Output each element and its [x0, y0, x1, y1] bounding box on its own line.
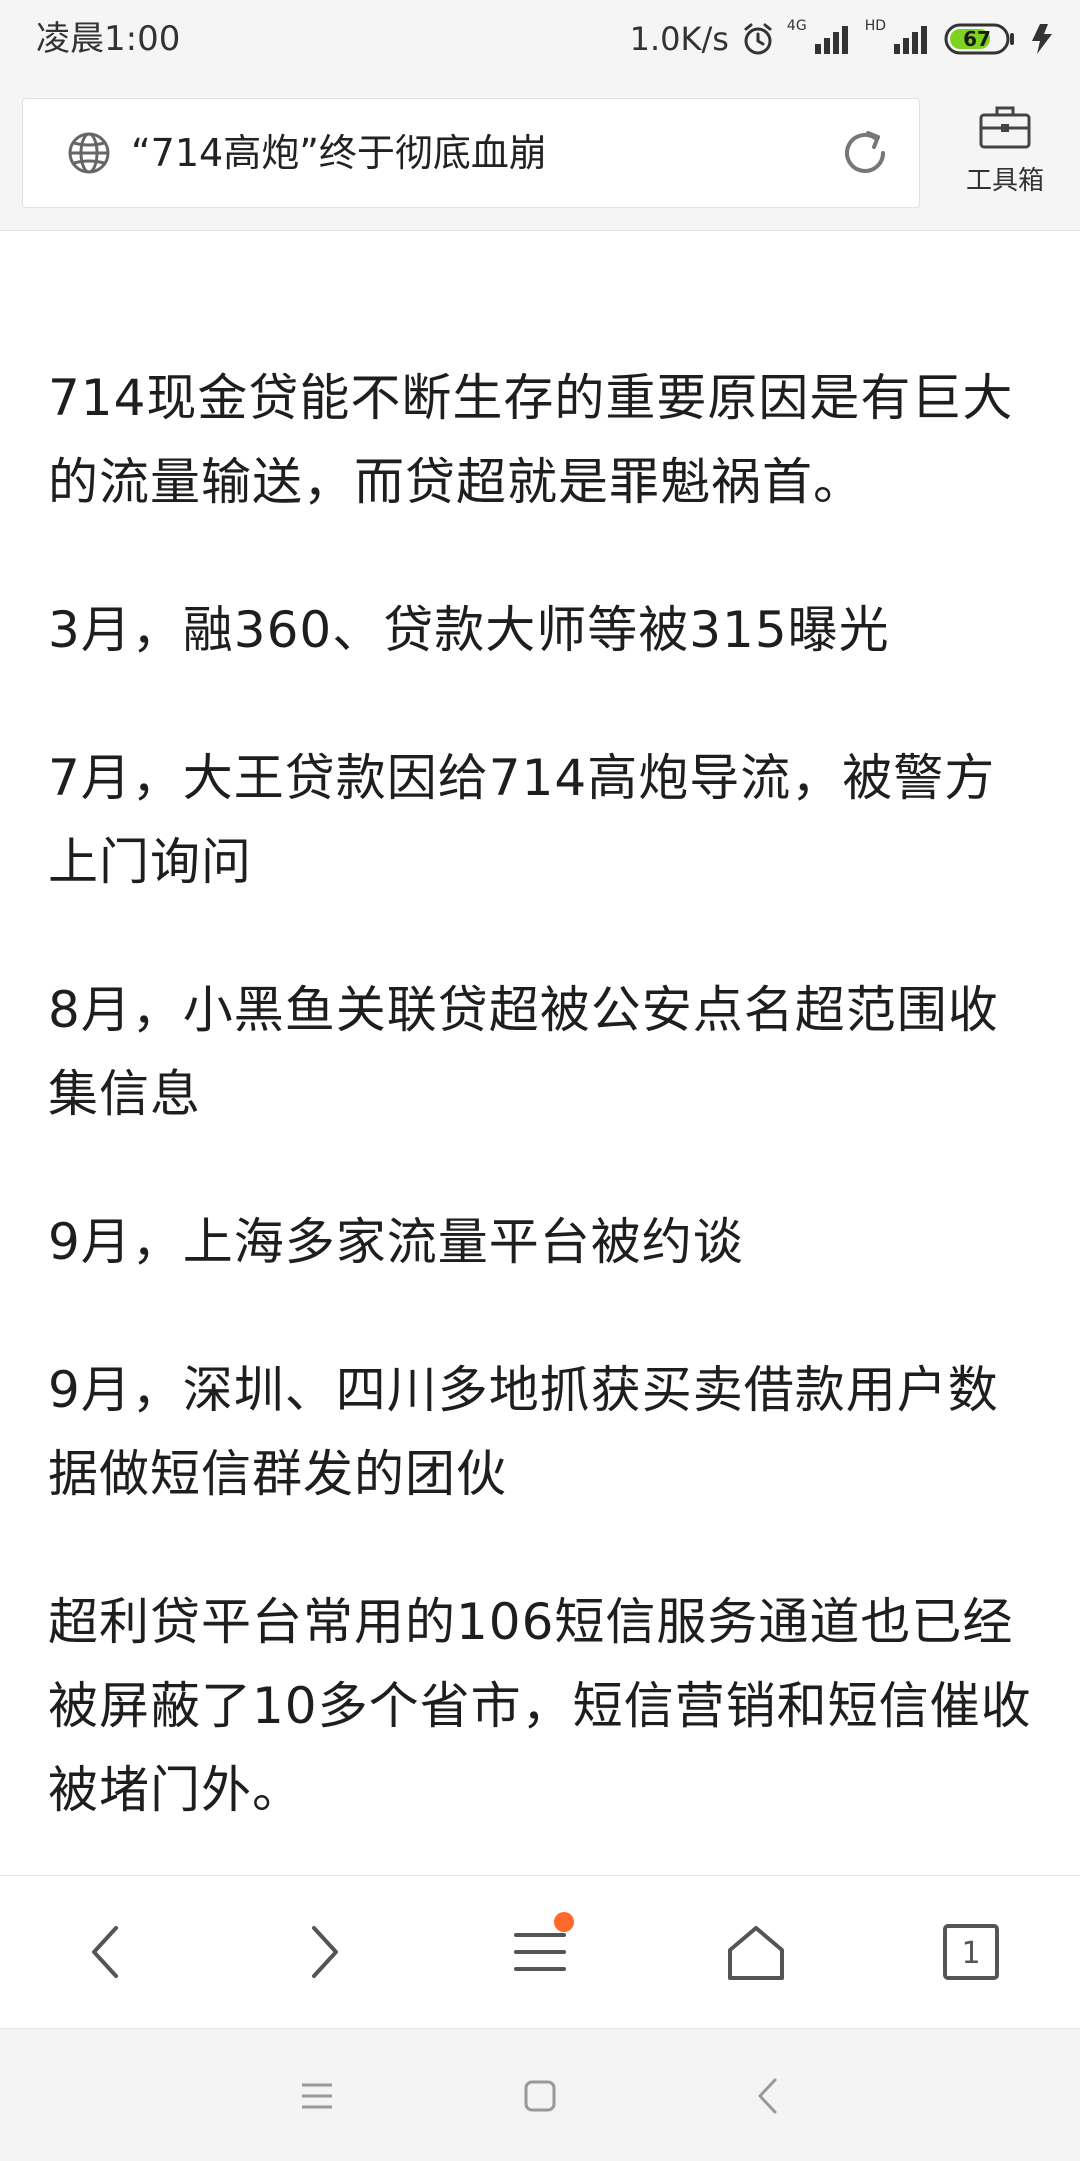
- article-paragraph: 7月，大王贷款因给714高炮导流，被警方上门询问: [48, 749, 996, 891]
- alarm-icon: [741, 22, 775, 56]
- home-square-icon: [524, 2080, 556, 2112]
- battery-icon: 67: [944, 22, 1016, 56]
- network-speed: 1.0K/s: [629, 20, 729, 58]
- browser-toolbar: “714高炮”终于彻底血崩 工具箱: [0, 80, 1080, 231]
- status-indicators: 1.0K/s 4G HD 67: [630, 14, 1058, 64]
- article-paragraph: 9月，上海多家流量平台被约谈: [48, 1213, 744, 1271]
- article-paragraph: 714现金贷能不断生存的重要原因是有巨大的流量输送，而贷超就是罪魁祸首。: [48, 369, 1014, 511]
- toolbox-icon: [950, 104, 1060, 154]
- notification-dot: [554, 1912, 574, 1932]
- signal-icon-2: [892, 24, 932, 54]
- home-button[interactable]: [716, 1912, 796, 1992]
- article-paragraph: 3月，融360、贷款大师等被315曝光: [48, 601, 890, 659]
- back-icon: [92, 1926, 118, 1978]
- forward-button[interactable]: [284, 1912, 364, 1992]
- article-paragraph: 9月，深圳、四川多地抓获买卖借款用户数据做短信群发的团伙: [48, 1361, 999, 1503]
- forward-icon: [312, 1926, 338, 1978]
- recents-icon: [302, 2083, 332, 2109]
- article-paragraph: 8月，小黑鱼关联贷超被公安点名超范围收集信息: [48, 981, 999, 1123]
- article-paragraph: 超利贷平台常用的106短信服务通道也已经被屏蔽了10多个省市，短信营销和短信催收…: [48, 1593, 1032, 1819]
- globe-icon: [67, 131, 111, 179]
- toolbox-label: 工具箱: [965, 166, 1044, 196]
- charging-icon: [1028, 22, 1058, 56]
- status-bar: 凌晨1:00 1.0K/s 4G HD 67: [0, 0, 1080, 80]
- system-back-button[interactable]: [742, 2071, 792, 2121]
- refresh-icon[interactable]: [837, 125, 893, 185]
- status-time: 凌晨1:00: [36, 19, 181, 59]
- browser-bottom-nav: 1: [0, 1875, 1080, 2028]
- back-chevron-icon: [758, 2078, 777, 2114]
- tabs-icon: 1: [943, 1924, 999, 1980]
- menu-icon: [514, 1933, 566, 1971]
- recents-button[interactable]: [292, 2071, 342, 2121]
- battery-level: 67: [963, 27, 991, 51]
- home-icon: [728, 1926, 784, 1980]
- network-hd-label: HD: [864, 18, 886, 34]
- address-bar[interactable]: “714高炮”终于彻底血崩: [22, 98, 920, 208]
- signal-icon: [813, 24, 853, 54]
- toolbox-button[interactable]: 工具箱: [950, 104, 1060, 214]
- page-title-in-address-bar[interactable]: “714高炮”终于彻底血崩: [131, 125, 547, 181]
- system-nav-bar: [0, 2028, 1080, 2161]
- article-content: 714现金贷能不断生存的重要原因是有巨大的流量输送，而贷超就是罪魁祸首。 3月，…: [48, 356, 1038, 1896]
- tab-count: 1: [961, 1936, 980, 1971]
- menu-button[interactable]: [500, 1912, 580, 1992]
- tabs-button[interactable]: 1: [931, 1912, 1011, 1992]
- back-button[interactable]: [66, 1912, 146, 1992]
- network-4g-label: 4G: [786, 18, 807, 34]
- system-home-button[interactable]: [515, 2071, 565, 2121]
